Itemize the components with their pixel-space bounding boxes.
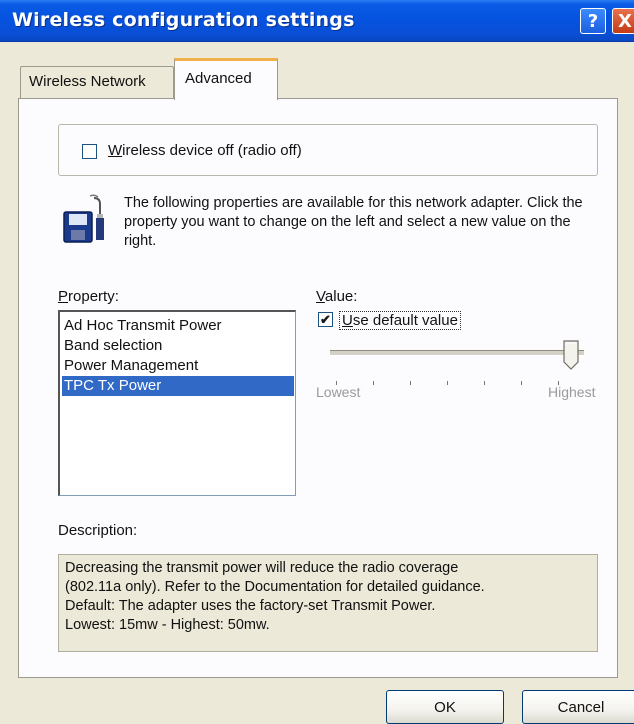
property-label-text: roperty: xyxy=(68,288,119,305)
close-icon: X xyxy=(618,10,632,32)
use-default-label-text: se default value xyxy=(352,312,458,329)
list-item-power-management[interactable]: Power Management xyxy=(62,356,294,376)
network-adapter-icon xyxy=(63,194,104,243)
tab-wireless-network-label: Wireless Network xyxy=(29,73,146,90)
slider-tick xyxy=(484,381,485,385)
cancel-button-label: Cancel xyxy=(557,698,605,716)
use-default-label[interactable]: Use default value xyxy=(339,311,461,330)
window-title: Wireless configuration settings xyxy=(12,9,355,31)
list-item-ad-hoc-transmit-power[interactable]: Ad Hoc Transmit Power xyxy=(62,316,294,336)
value-label: Value: xyxy=(316,288,357,305)
slider-track[interactable] xyxy=(330,350,584,356)
slider-tick xyxy=(410,381,411,385)
help-button[interactable]: ? xyxy=(580,8,606,34)
tab-wireless-network[interactable]: Wireless Network xyxy=(20,66,174,98)
use-default-checkbox[interactable]: ✔ xyxy=(318,312,333,327)
tab-advanced-label: Advanced xyxy=(185,70,252,87)
value-label-text: alue: xyxy=(324,288,358,305)
slider-tick xyxy=(447,381,448,385)
close-button[interactable]: X xyxy=(612,8,634,34)
slider-thumb[interactable] xyxy=(562,340,580,370)
tab-advanced[interactable]: Advanced xyxy=(174,58,278,100)
use-default-accel: U xyxy=(342,312,353,329)
description-line: (802.11a only). Refer to the Documentati… xyxy=(65,579,485,595)
property-listbox[interactable]: Ad Hoc Transmit Power Band selection Pow… xyxy=(58,310,296,496)
list-item-band-selection[interactable]: Band selection xyxy=(62,336,294,356)
description-line: Default: The adapter uses the factory-se… xyxy=(65,598,436,614)
slider-tick xyxy=(521,381,522,385)
radio-off-label[interactable]: Wireless device off (radio off) xyxy=(108,142,302,159)
description-line: Lowest: 15mw - Highest: 50mw. xyxy=(65,617,270,633)
value-accel: V xyxy=(316,288,325,305)
help-icon: ? xyxy=(587,10,599,32)
cancel-button[interactable]: Cancel xyxy=(522,690,634,724)
property-label: Property: xyxy=(58,288,119,305)
radio-off-accel: W xyxy=(108,142,123,159)
ok-button[interactable]: OK xyxy=(386,690,504,724)
dialog-window: Wireless configuration settings ? X Wire… xyxy=(0,0,634,724)
description-box: Decreasing the transmit power will reduc… xyxy=(58,554,598,652)
description-label: Description: xyxy=(58,522,138,539)
ok-button-label: OK xyxy=(434,698,456,716)
info-text: The following properties are available f… xyxy=(124,195,583,249)
radio-off-label-text: ireless device off (radio off) xyxy=(122,142,302,159)
property-accel: P xyxy=(58,288,69,305)
slider-lowest-label: Lowest xyxy=(316,384,361,400)
slider-highest-label: Highest xyxy=(548,384,596,400)
slider-tick xyxy=(373,381,374,385)
description-line: Decreasing the transmit power will reduc… xyxy=(65,560,459,576)
radio-off-checkbox[interactable] xyxy=(82,144,97,159)
title-bar[interactable]: Wireless configuration settings ? X xyxy=(0,0,634,42)
list-item-tpc-tx-power[interactable]: TPC Tx Power xyxy=(62,376,294,396)
